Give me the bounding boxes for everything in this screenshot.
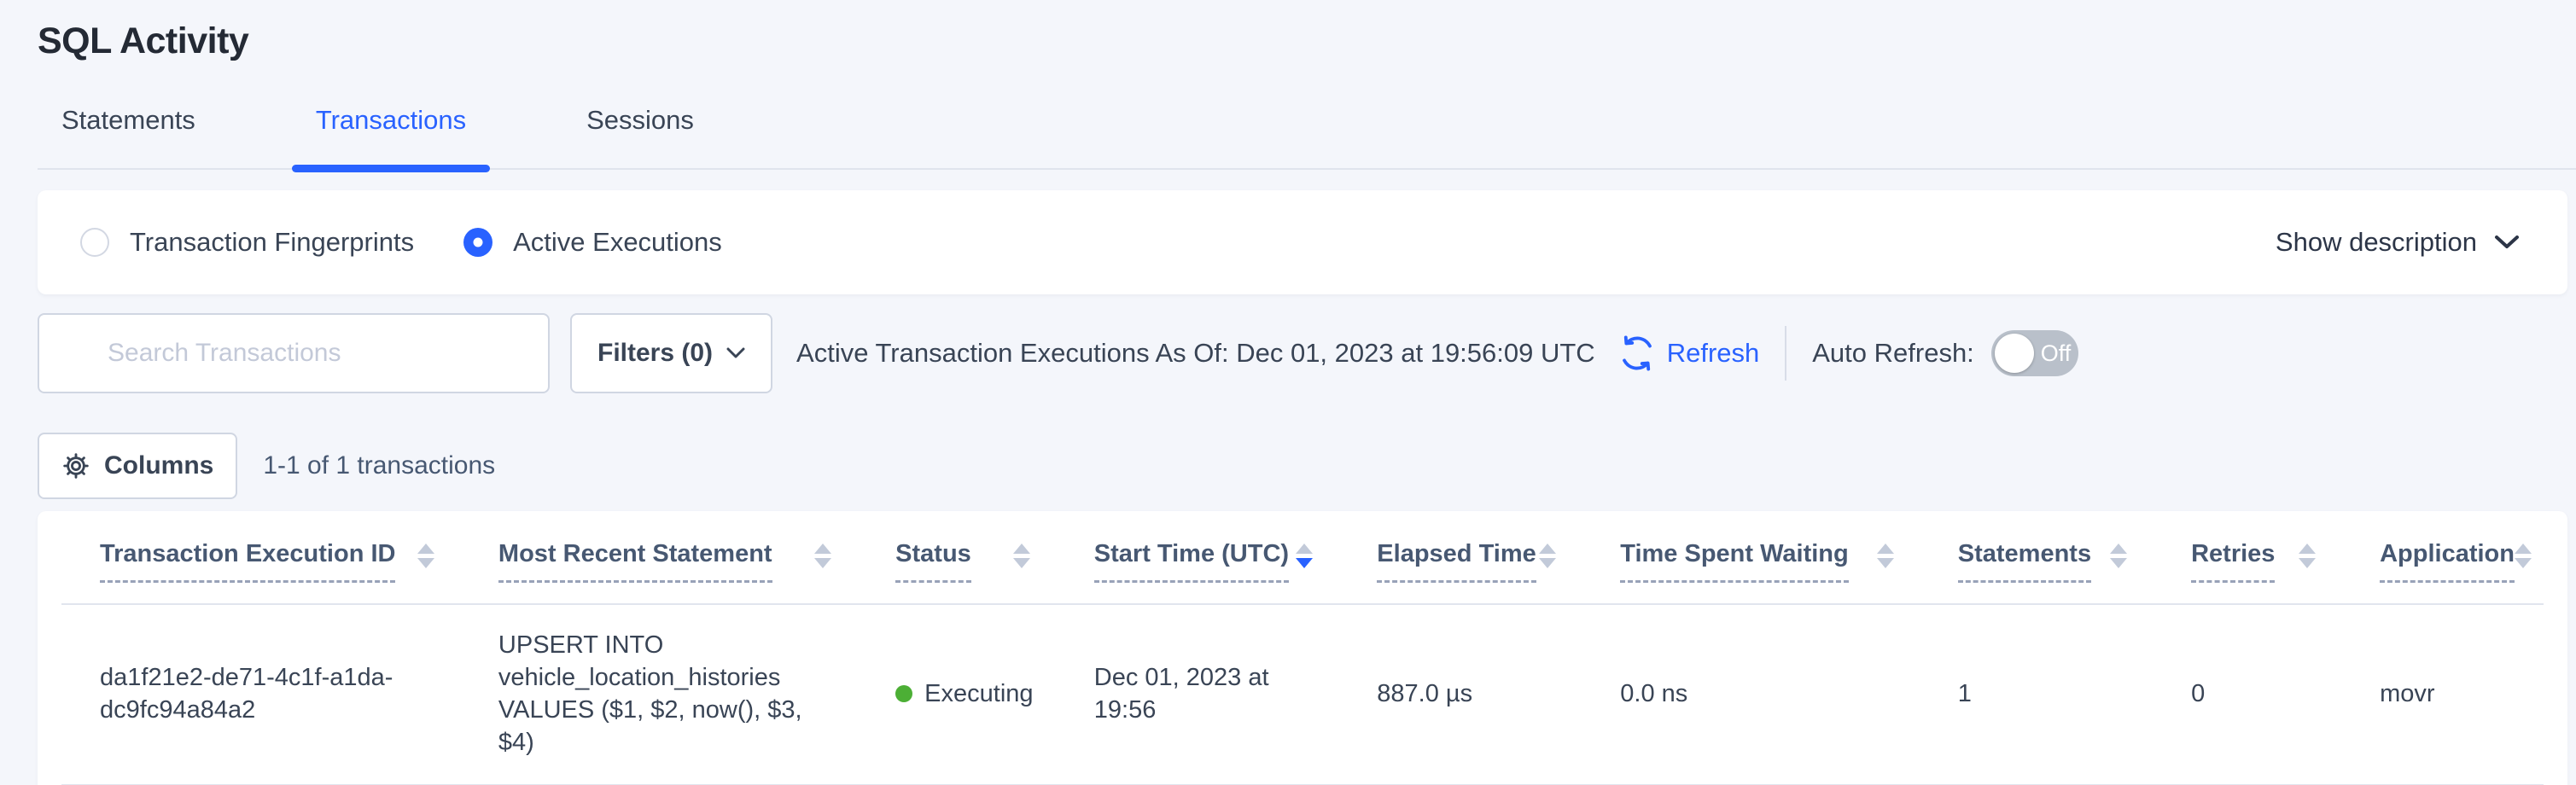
sort-icon[interactable] — [1013, 544, 1030, 568]
refresh-label[interactable]: Refresh — [1667, 338, 1760, 369]
view-mode-radio-group: Transaction Fingerprints Active Executio… — [80, 227, 722, 258]
sort-icon[interactable] — [1539, 544, 1556, 568]
sort-icon[interactable] — [417, 544, 434, 568]
cell-most-recent-statement: UPSERT INTO vehicle_location_histories V… — [469, 629, 865, 759]
filters-label: Filters (0) — [597, 339, 713, 368]
radio-unselected-icon[interactable] — [80, 228, 109, 257]
column-header-most-recent-statement: Most Recent Statement — [469, 540, 865, 583]
column-header-start-time: Start Time (UTC) — [1064, 540, 1348, 583]
view-mode-card: Transaction Fingerprints Active Executio… — [38, 190, 2567, 294]
search-input[interactable] — [108, 339, 527, 368]
sort-icon[interactable] — [2299, 544, 2316, 568]
gear-icon — [61, 451, 90, 480]
sort-icon[interactable] — [814, 544, 831, 568]
executing-status-dot-icon — [895, 685, 912, 702]
result-count: 1-1 of 1 transactions — [263, 451, 495, 480]
cell-time-spent-waiting: 0.0 ns — [1590, 677, 1927, 710]
tab-bar: Statements Transactions Sessions — [38, 105, 2576, 170]
column-header-time-spent-waiting: Time Spent Waiting — [1590, 540, 1927, 583]
as-of-text: Active Transaction Executions As Of: Dec… — [796, 338, 1595, 369]
auto-refresh-toggle[interactable]: Off — [1991, 330, 2078, 376]
sort-icon-active-desc[interactable] — [1296, 544, 1313, 568]
toggle-state-label: Off — [2041, 340, 2072, 367]
cell-application: movr — [2350, 677, 2544, 710]
show-description-button[interactable]: Show description — [2276, 227, 2520, 258]
column-header-elapsed-time: Elapsed Time — [1347, 540, 1590, 583]
column-header-label[interactable]: Application — [2380, 540, 2515, 583]
sort-icon[interactable] — [1877, 544, 1894, 568]
transactions-table: Transaction Execution ID Most Recent Sta… — [38, 511, 2567, 785]
column-header-label[interactable]: Most Recent Statement — [498, 540, 772, 583]
sort-icon[interactable] — [2110, 544, 2127, 568]
cell-retries: 0 — [2161, 677, 2350, 710]
column-header-status: Status — [865, 540, 1064, 583]
search-box[interactable] — [38, 313, 550, 393]
column-header-label[interactable]: Statements — [1958, 540, 2091, 583]
show-description-label: Show description — [2276, 227, 2477, 258]
columns-label: Columns — [104, 451, 213, 480]
refresh-icon — [1617, 334, 1657, 373]
chevron-down-icon — [2494, 235, 2520, 250]
search-icon — [60, 338, 90, 369]
column-header-label[interactable]: Status — [895, 540, 971, 583]
status-label: Executing — [924, 677, 1033, 710]
radio-transaction-fingerprints[interactable]: Transaction Fingerprints — [80, 227, 414, 258]
chevron-down-icon — [726, 347, 745, 359]
tab-transactions[interactable]: Transactions — [292, 105, 490, 168]
tab-sessions[interactable]: Sessions — [562, 105, 718, 168]
column-header-label[interactable]: Transaction Execution ID — [100, 540, 395, 583]
toolbar: Filters (0) Active Transaction Execution… — [38, 313, 2567, 393]
cell-execution-id[interactable]: da1f21e2-de71-4c1f-a1da-dc9fc94a84a2 — [61, 661, 469, 726]
table-controls: Columns 1-1 of 1 transactions — [38, 433, 2567, 499]
cell-status: Executing — [865, 677, 1064, 710]
sort-icon[interactable] — [2515, 544, 2532, 568]
table-row: da1f21e2-de71-4c1f-a1da-dc9fc94a84a2 UPS… — [61, 605, 2544, 785]
cell-start-time: Dec 01, 2023 at 19:56 — [1064, 661, 1348, 726]
column-header-statements: Statements — [1928, 540, 2161, 583]
auto-refresh-label: Auto Refresh: — [1812, 338, 1974, 369]
column-header-retries: Retries — [2161, 540, 2350, 583]
filters-button[interactable]: Filters (0) — [570, 313, 772, 393]
column-header-application: Application — [2350, 540, 2566, 583]
tab-statements[interactable]: Statements — [38, 105, 219, 168]
page-title: SQL Activity — [0, 0, 2576, 62]
refresh-button[interactable]: Refresh — [1617, 334, 1760, 373]
radio-label[interactable]: Active Executions — [513, 227, 722, 258]
column-header-label[interactable]: Time Spent Waiting — [1620, 540, 1848, 583]
column-header-label[interactable]: Elapsed Time — [1377, 540, 1536, 583]
table-header-row: Transaction Execution ID Most Recent Sta… — [61, 511, 2544, 605]
column-header-execution-id: Transaction Execution ID — [61, 540, 469, 583]
toggle-knob[interactable] — [1995, 334, 2034, 373]
column-header-label[interactable]: Retries — [2191, 540, 2275, 583]
radio-selected-icon[interactable] — [463, 228, 492, 257]
columns-button[interactable]: Columns — [38, 433, 237, 499]
radio-active-executions[interactable]: Active Executions — [463, 227, 722, 258]
radio-label[interactable]: Transaction Fingerprints — [130, 227, 414, 258]
cell-statements: 1 — [1928, 677, 2161, 710]
toolbar-divider — [1785, 326, 1786, 381]
cell-elapsed-time: 887.0 µs — [1347, 677, 1590, 710]
column-header-label[interactable]: Start Time (UTC) — [1094, 540, 1289, 583]
